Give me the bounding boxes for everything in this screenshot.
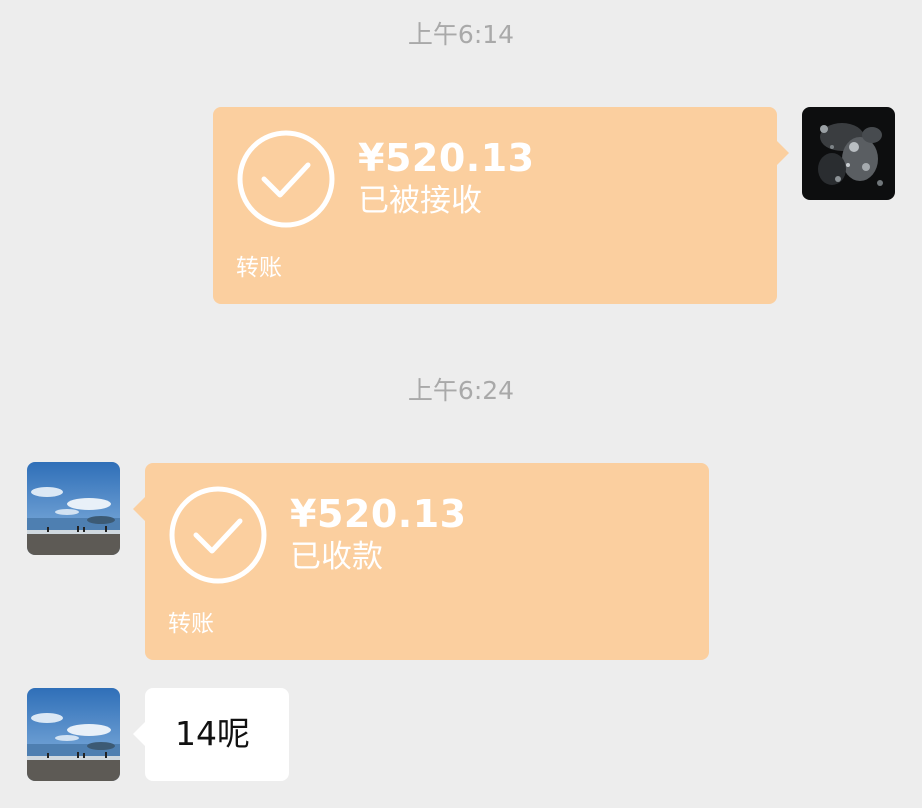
transfer-label: 转账 bbox=[236, 255, 282, 281]
chat-view: 上午6:14 ¥520.13 已被接收 转账 上午6:24 ¥520.13 已收… bbox=[0, 0, 922, 808]
bubble-tail bbox=[133, 722, 145, 746]
avatar-image bbox=[802, 107, 895, 200]
transfer-amount: ¥520.13 bbox=[290, 492, 467, 536]
transfer-status: 已被接收 bbox=[358, 183, 482, 219]
transfer-message[interactable]: ¥520.13 已收款 转账 bbox=[133, 463, 709, 660]
avatar[interactable] bbox=[27, 462, 120, 555]
text-message[interactable]: 14呢 bbox=[133, 688, 289, 781]
timestamp: 上午6:14 bbox=[407, 20, 515, 49]
bubble-tail bbox=[133, 497, 145, 521]
avatar[interactable] bbox=[802, 107, 895, 200]
avatar-image bbox=[27, 688, 120, 781]
transfer-message[interactable]: ¥520.13 已被接收 转账 bbox=[213, 107, 789, 304]
check-circle-icon bbox=[237, 130, 335, 228]
bubble-tail bbox=[777, 141, 789, 165]
timestamp: 上午6:24 bbox=[407, 376, 515, 405]
check-circle-icon bbox=[169, 486, 267, 584]
transfer-status: 已收款 bbox=[290, 539, 383, 575]
transfer-amount: ¥520.13 bbox=[358, 136, 535, 180]
avatar[interactable] bbox=[27, 688, 120, 781]
message-text: 14呢 bbox=[175, 714, 250, 753]
transfer-label: 转账 bbox=[168, 611, 214, 637]
avatar-image bbox=[27, 462, 120, 555]
